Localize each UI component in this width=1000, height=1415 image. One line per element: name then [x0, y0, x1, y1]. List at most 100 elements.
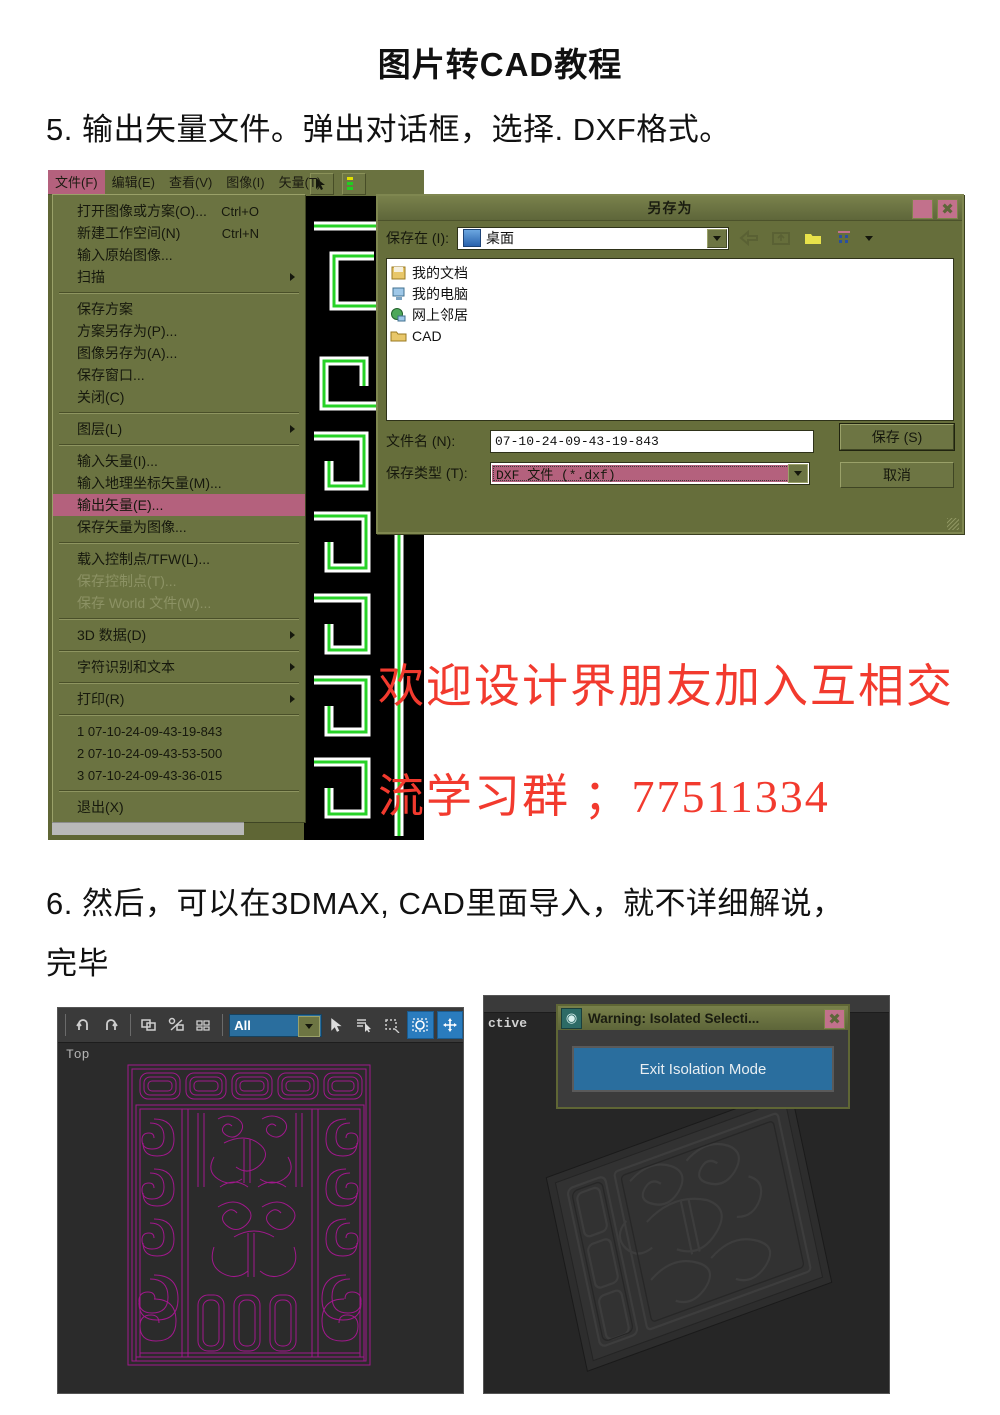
- list-item-label: CAD: [412, 327, 442, 344]
- restore-icon[interactable]: [912, 199, 933, 219]
- menu-item-label: 保存矢量为图像...: [77, 519, 187, 535]
- chevron-down-icon[interactable]: [707, 228, 727, 248]
- window-crossing-icon[interactable]: [407, 1011, 434, 1039]
- file-list[interactable]: 我的文档 我的电脑 网上邻居 CAD: [386, 258, 954, 421]
- filename-input[interactable]: 07-10-24-09-43-19-843: [490, 429, 814, 453]
- menu-vector[interactable]: 矢量(T): [272, 170, 329, 194]
- menu-item-3d-data[interactable]: 3D 数据(D): [53, 624, 305, 646]
- menu-item-save-world-file: 保存 World 文件(W)...: [53, 592, 305, 614]
- menu-image[interactable]: 图像(I): [219, 170, 271, 194]
- close-icon[interactable]: ✖: [937, 199, 958, 219]
- menu-item-save-project-as[interactable]: 方案另存为(P)...: [53, 320, 305, 342]
- menu-item-import-raw-image[interactable]: 输入原始图像...: [53, 244, 305, 266]
- menubar[interactable]: 文件(F) 编辑(E) 查看(V) 图像(I) 矢量(T): [48, 170, 321, 195]
- menu-file[interactable]: 文件(F): [48, 170, 105, 194]
- list-item[interactable]: 网上邻居: [390, 304, 953, 325]
- select-and-move-icon[interactable]: [436, 1011, 464, 1039]
- menu-item-scan[interactable]: 扫描: [53, 266, 305, 288]
- up-one-level-icon[interactable]: [769, 227, 793, 249]
- chevron-down-icon[interactable]: [297, 1015, 320, 1037]
- views-dropdown-icon[interactable]: [865, 235, 873, 241]
- views-icon[interactable]: [833, 227, 857, 249]
- toolbar-divider: [129, 1014, 131, 1036]
- menu-separator: [59, 650, 299, 652]
- selection-filter-combo[interactable]: All: [229, 1013, 322, 1037]
- max-logo-icon: ◉: [561, 1007, 582, 1029]
- menu-item-save-window[interactable]: 保存窗口...: [53, 364, 305, 386]
- list-item-label: 网上邻居: [412, 306, 468, 323]
- resize-grip[interactable]: [947, 518, 959, 530]
- menu-separator: [59, 542, 299, 544]
- menu-separator: [59, 292, 299, 294]
- menu-item-save-project[interactable]: 保存方案: [53, 298, 305, 320]
- menu-item-label: 退出(X): [77, 799, 124, 815]
- menu-item-export-vector[interactable]: 输出矢量(E)...: [53, 494, 305, 516]
- warning-dialog-title: Warning: Isolated Selecti...: [588, 1010, 760, 1026]
- horizontal-scrollbar[interactable]: [52, 822, 244, 835]
- menu-item-label: 扫描: [77, 269, 105, 285]
- select-by-name-icon[interactable]: [352, 1012, 376, 1038]
- menu-item-recent-1[interactable]: 1 07-10-24-09-43-19-843: [53, 720, 305, 742]
- warning-dialog-titlebar[interactable]: ◉ Warning: Isolated Selecti... ✖: [558, 1006, 848, 1030]
- toolbar-divider: [222, 1014, 224, 1036]
- file-menu-dropdown[interactable]: 打开图像或方案(O)... Ctrl+O 新建工作空间(N) Ctrl+N 输入…: [52, 194, 306, 823]
- list-item[interactable]: CAD: [390, 325, 953, 346]
- menu-item-save-vector-as-image[interactable]: 保存矢量为图像...: [53, 516, 305, 538]
- menu-item-label: 输入地理坐标矢量(M)...: [77, 475, 222, 491]
- submenu-arrow-icon: [290, 631, 295, 639]
- menu-item-layers[interactable]: 图层(L): [53, 418, 305, 440]
- rendered-relief-model: [545, 1088, 833, 1372]
- menu-item-label: 新建工作空间(N): [77, 225, 181, 241]
- filetype-value[interactable]: DXF 文件 (*.dxf): [492, 464, 808, 483]
- back-icon[interactable]: [737, 227, 761, 249]
- save-in-combo[interactable]: 桌面: [457, 226, 729, 250]
- select-object-icon[interactable]: [325, 1012, 349, 1038]
- promo-line-2: 流学习群 ；77511334: [378, 771, 830, 822]
- chevron-down-icon[interactable]: [788, 463, 808, 483]
- menu-view[interactable]: 查看(V): [162, 170, 219, 194]
- step-5-text: 5. 输出矢量文件。弹出对话框，选择. DXF格式。: [46, 112, 731, 147]
- submenu-arrow-icon: [290, 273, 295, 281]
- select-link-icon[interactable]: [137, 1012, 161, 1038]
- viewport-active-label: ctive: [488, 1016, 528, 1031]
- menu-item-label: 方案另存为(P)...: [77, 323, 178, 339]
- cancel-button[interactable]: 取消: [840, 462, 954, 488]
- list-item[interactable]: 我的文档: [390, 262, 953, 283]
- list-item[interactable]: 我的电脑: [390, 283, 953, 304]
- menu-item-import-vector[interactable]: 输入矢量(I)...: [53, 450, 305, 472]
- menu-item-new-workspace[interactable]: 新建工作空间(N) Ctrl+N: [53, 222, 305, 244]
- filetype-combo[interactable]: DXF 文件 (*.dxf): [490, 461, 810, 485]
- dialog-titlebar[interactable]: 另存为 ✖: [378, 196, 962, 221]
- redo-icon[interactable]: [99, 1012, 123, 1038]
- new-folder-icon[interactable]: [801, 227, 825, 249]
- network-icon: [391, 307, 406, 321]
- bind-space-warp-icon[interactable]: [192, 1012, 216, 1038]
- menu-item-label: 3 07-10-24-09-43-36-015: [77, 767, 223, 783]
- menu-item-recent-2[interactable]: 2 07-10-24-09-43-53-500: [53, 742, 305, 764]
- menu-item-ocr-text[interactable]: 字符识别和文本: [53, 656, 305, 678]
- undo-icon[interactable]: [72, 1012, 96, 1038]
- menu-edit[interactable]: 编辑(E): [105, 170, 162, 194]
- menu-item-exit[interactable]: 退出(X): [53, 796, 305, 818]
- close-icon[interactable]: ✖: [824, 1009, 845, 1029]
- menu-item-load-control-points[interactable]: 载入控制点/TFW(L)...: [53, 548, 305, 570]
- menu-item-label: 字符识别和文本: [77, 659, 175, 675]
- menu-item-close[interactable]: 关闭(C): [53, 386, 305, 408]
- top-viewport[interactable]: Top: [58, 1043, 463, 1393]
- menu-item-print[interactable]: 打印(R): [53, 688, 305, 710]
- toolbar-button-layers[interactable]: [342, 173, 366, 195]
- menu-separator: [59, 444, 299, 446]
- menu-item-open[interactable]: 打开图像或方案(O)... Ctrl+O: [53, 200, 305, 222]
- save-button[interactable]: 保存 (S): [840, 424, 954, 450]
- save-as-dialog: 另存为 ✖ 保存在 (I): 桌面 我的文档 我的电脑 网上邻居 CAD 文件名…: [376, 194, 964, 534]
- max-toolbar[interactable]: All: [58, 1008, 464, 1043]
- submenu-arrow-icon: [290, 695, 295, 703]
- exit-isolation-mode-button[interactable]: Exit Isolation Mode: [572, 1046, 834, 1092]
- unlink-icon[interactable]: [164, 1012, 188, 1038]
- menu-item-label: 关闭(C): [77, 389, 125, 405]
- menu-item-save-image-as[interactable]: 图像另存为(A)...: [53, 342, 305, 364]
- menu-item-import-geo-vector[interactable]: 输入地理坐标矢量(M)...: [53, 472, 305, 494]
- select-region-icon[interactable]: [380, 1012, 404, 1038]
- menu-item-recent-3[interactable]: 3 07-10-24-09-43-36-015: [53, 764, 305, 786]
- list-item-label: 我的电脑: [412, 285, 468, 302]
